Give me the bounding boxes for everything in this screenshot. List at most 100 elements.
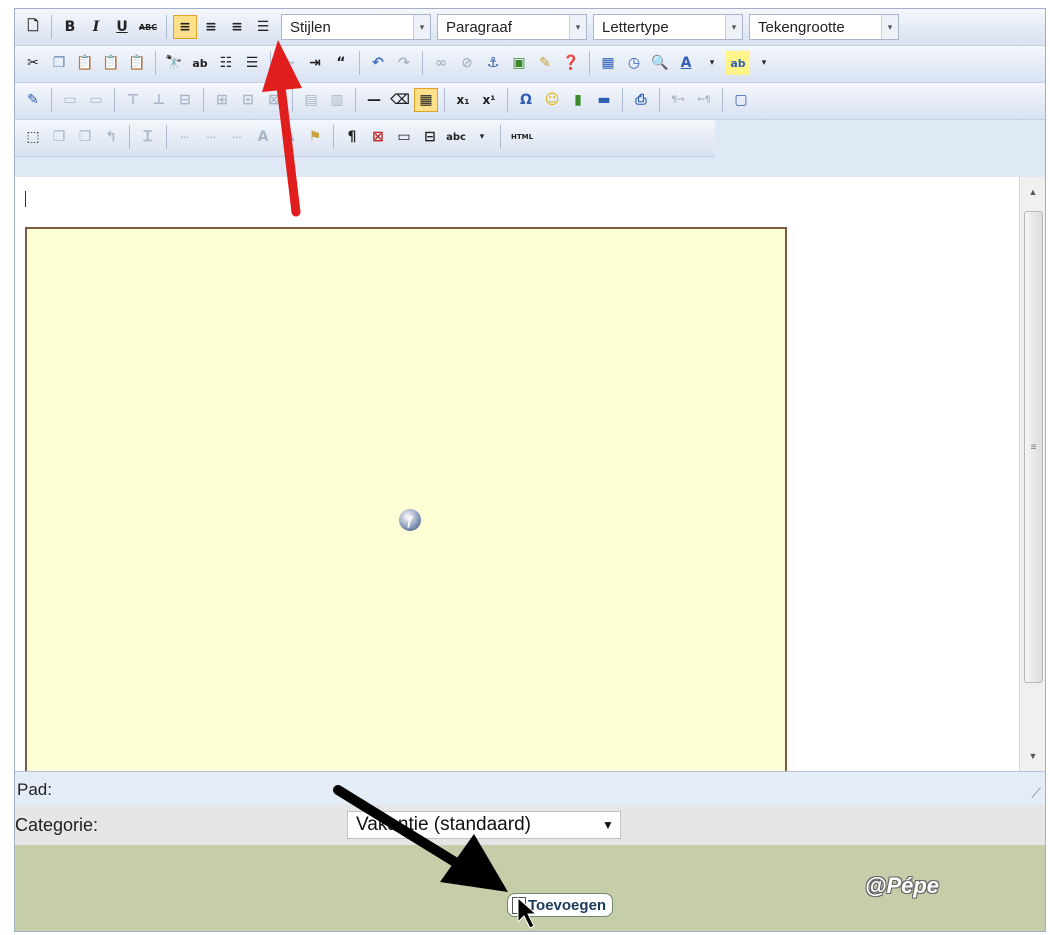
cite-icon[interactable]: ··· bbox=[173, 125, 197, 149]
highlight-color-icon[interactable]: ab bbox=[726, 51, 750, 75]
layer-icon[interactable]: ❐ bbox=[47, 125, 71, 149]
edit-icon[interactable]: ✎ bbox=[21, 88, 45, 112]
blockquote-icon[interactable]: “ bbox=[329, 51, 353, 75]
styles-dropdown[interactable]: Stijlen ▾ bbox=[281, 14, 431, 40]
anchor-icon[interactable]: ⚓ bbox=[481, 51, 505, 75]
abbr-icon[interactable]: Ꮖ bbox=[136, 125, 160, 149]
table-delete-icon[interactable]: ▥ bbox=[325, 88, 349, 112]
del-icon[interactable]: ··· bbox=[225, 125, 249, 149]
separator bbox=[359, 51, 360, 75]
image-icon[interactable]: ▣ bbox=[507, 51, 531, 75]
ins-a-icon[interactable]: A bbox=[277, 125, 301, 149]
italic-button[interactable]: I bbox=[84, 15, 108, 39]
fullscreen-icon[interactable]: ▢ bbox=[729, 88, 753, 112]
align-right-icon[interactable]: ≡ bbox=[225, 15, 249, 39]
text-caret bbox=[25, 191, 26, 207]
chevron-down-icon[interactable]: ▾ bbox=[470, 125, 494, 149]
smiley-icon[interactable]: ☺ bbox=[540, 88, 564, 112]
delete-row-icon[interactable]: ⊟ bbox=[173, 88, 197, 112]
merge-cells-icon[interactable]: ⊞ bbox=[210, 88, 234, 112]
horizontal-rule-icon[interactable]: — bbox=[362, 88, 386, 112]
chevron-down-icon[interactable]: ▾ bbox=[725, 15, 742, 39]
undo-icon[interactable]: ↶ bbox=[366, 51, 390, 75]
chevron-down-icon[interactable]: ▾ bbox=[413, 15, 430, 39]
insert-row-after-icon[interactable]: ⊥ bbox=[147, 88, 171, 112]
insert-row-before-icon[interactable]: ⊤ bbox=[121, 88, 145, 112]
scrollbar-thumb[interactable]: ≡ bbox=[1024, 211, 1043, 683]
select-all-icon[interactable]: ⬚ bbox=[21, 125, 45, 149]
form-icon[interactable]: ▬ bbox=[592, 88, 616, 112]
preview-icon[interactable]: 🔍 bbox=[648, 51, 672, 75]
media-icon[interactable]: ▮ bbox=[566, 88, 590, 112]
cell-props-icon[interactable]: ⊠ bbox=[262, 88, 286, 112]
nonbreaking-icon[interactable]: ⊠ bbox=[366, 125, 390, 149]
underline-button[interactable]: U bbox=[110, 15, 134, 39]
print-icon[interactable]: ⎙ bbox=[629, 88, 653, 112]
acronym-icon[interactable]: ··· bbox=[199, 125, 223, 149]
chevron-down-icon[interactable]: ▾ bbox=[569, 15, 586, 39]
insert-table-icon[interactable]: ▦ bbox=[414, 88, 438, 112]
split-cells-icon[interactable]: ⊡ bbox=[236, 88, 260, 112]
help-icon[interactable]: ❓ bbox=[559, 51, 583, 75]
unlink-icon[interactable]: ⊘ bbox=[455, 51, 479, 75]
fontsize-dropdown[interactable]: Tekengrootte ▾ bbox=[749, 14, 899, 40]
cleanup-icon[interactable]: ✎ bbox=[533, 51, 557, 75]
link-icon[interactable]: ∞ bbox=[429, 51, 453, 75]
bullet-list-icon[interactable]: ☷ bbox=[214, 51, 238, 75]
indent-icon[interactable]: ⇥ bbox=[303, 51, 327, 75]
table-col-icon[interactable]: ▭ bbox=[84, 88, 108, 112]
vertical-scrollbar[interactable]: ▲ ≡ ▼ bbox=[1019, 177, 1045, 771]
layer-forward-icon[interactable]: ❐ bbox=[73, 125, 97, 149]
numbered-list-icon[interactable]: ☰ bbox=[240, 51, 264, 75]
align-justify-icon[interactable]: ☰ bbox=[251, 15, 275, 39]
ltr-icon[interactable]: ¶→ bbox=[666, 88, 690, 112]
resize-grip-icon[interactable]: ⟋ bbox=[1031, 785, 1041, 802]
separator bbox=[166, 125, 167, 149]
replace-icon[interactable]: ab bbox=[188, 51, 212, 75]
visual-chars-button[interactable]: ¶ bbox=[340, 125, 364, 149]
paste-text-icon[interactable]: 📋 bbox=[99, 51, 123, 75]
chevron-down-icon[interactable]: ▼ bbox=[596, 818, 620, 832]
paste-word-icon[interactable]: 📋 bbox=[125, 51, 149, 75]
rtl-icon[interactable]: ←¶ bbox=[692, 88, 716, 112]
chevron-down-icon[interactable]: ▾ bbox=[752, 51, 776, 75]
pagebreak-icon[interactable]: ⊟ bbox=[418, 125, 442, 149]
scroll-up-icon[interactable]: ▲ bbox=[1020, 181, 1045, 203]
redo-icon[interactable]: ↷ bbox=[392, 51, 416, 75]
editor-content[interactable]: ƒ bbox=[15, 177, 1019, 787]
flash-object-placeholder[interactable]: ƒ bbox=[25, 227, 787, 787]
add-button[interactable]: Toevoegen bbox=[507, 893, 614, 917]
chevron-down-icon[interactable]: ▾ bbox=[881, 15, 898, 39]
table-props-icon[interactable]: ▤ bbox=[299, 88, 323, 112]
text-color-icon[interactable]: A bbox=[674, 51, 698, 75]
cut-icon[interactable]: ✂ bbox=[21, 51, 45, 75]
scroll-down-icon[interactable]: ▼ bbox=[1020, 745, 1045, 767]
table-row-icon[interactable]: ▭ bbox=[58, 88, 82, 112]
paste-icon[interactable]: 📋 bbox=[73, 51, 97, 75]
superscript-button[interactable]: x¹ bbox=[477, 88, 501, 112]
subscript-button[interactable]: x₁ bbox=[451, 88, 475, 112]
spellcheck-icon[interactable]: abc bbox=[444, 125, 468, 149]
chevron-down-icon[interactable]: ▾ bbox=[700, 51, 724, 75]
special-char-button[interactable]: Ω bbox=[514, 88, 538, 112]
align-center-icon[interactable]: ≡ bbox=[199, 15, 223, 39]
copy-icon[interactable]: ❐ bbox=[47, 51, 71, 75]
eraser-icon[interactable]: ⌫ bbox=[388, 88, 412, 112]
template-icon[interactable]: ▭ bbox=[392, 125, 416, 149]
find-icon[interactable]: 🔭 bbox=[162, 51, 186, 75]
date-icon[interactable]: ▦ bbox=[596, 51, 620, 75]
flash-icon: ƒ bbox=[399, 509, 421, 531]
strikethrough-button[interactable]: ABC bbox=[136, 15, 160, 39]
outdent-icon[interactable]: ⇤ bbox=[277, 51, 301, 75]
layer-back-icon[interactable]: ↰ bbox=[99, 125, 123, 149]
paragraph-dropdown[interactable]: Paragraaf ▾ bbox=[437, 14, 587, 40]
category-select[interactable]: Vakantie (standaard) ▼ bbox=[347, 811, 621, 839]
font-dropdown[interactable]: Lettertype ▾ bbox=[593, 14, 743, 40]
new-document-icon[interactable]: 🗋 bbox=[21, 15, 45, 39]
bold-button[interactable]: B bbox=[58, 15, 82, 39]
attributes-icon[interactable]: ⚑ bbox=[303, 125, 327, 149]
align-left-icon[interactable]: ≡ bbox=[173, 15, 197, 39]
time-icon[interactable]: ◷ bbox=[622, 51, 646, 75]
html-source-button[interactable]: HTML bbox=[507, 125, 537, 149]
strike-a-icon[interactable]: A bbox=[251, 125, 275, 149]
